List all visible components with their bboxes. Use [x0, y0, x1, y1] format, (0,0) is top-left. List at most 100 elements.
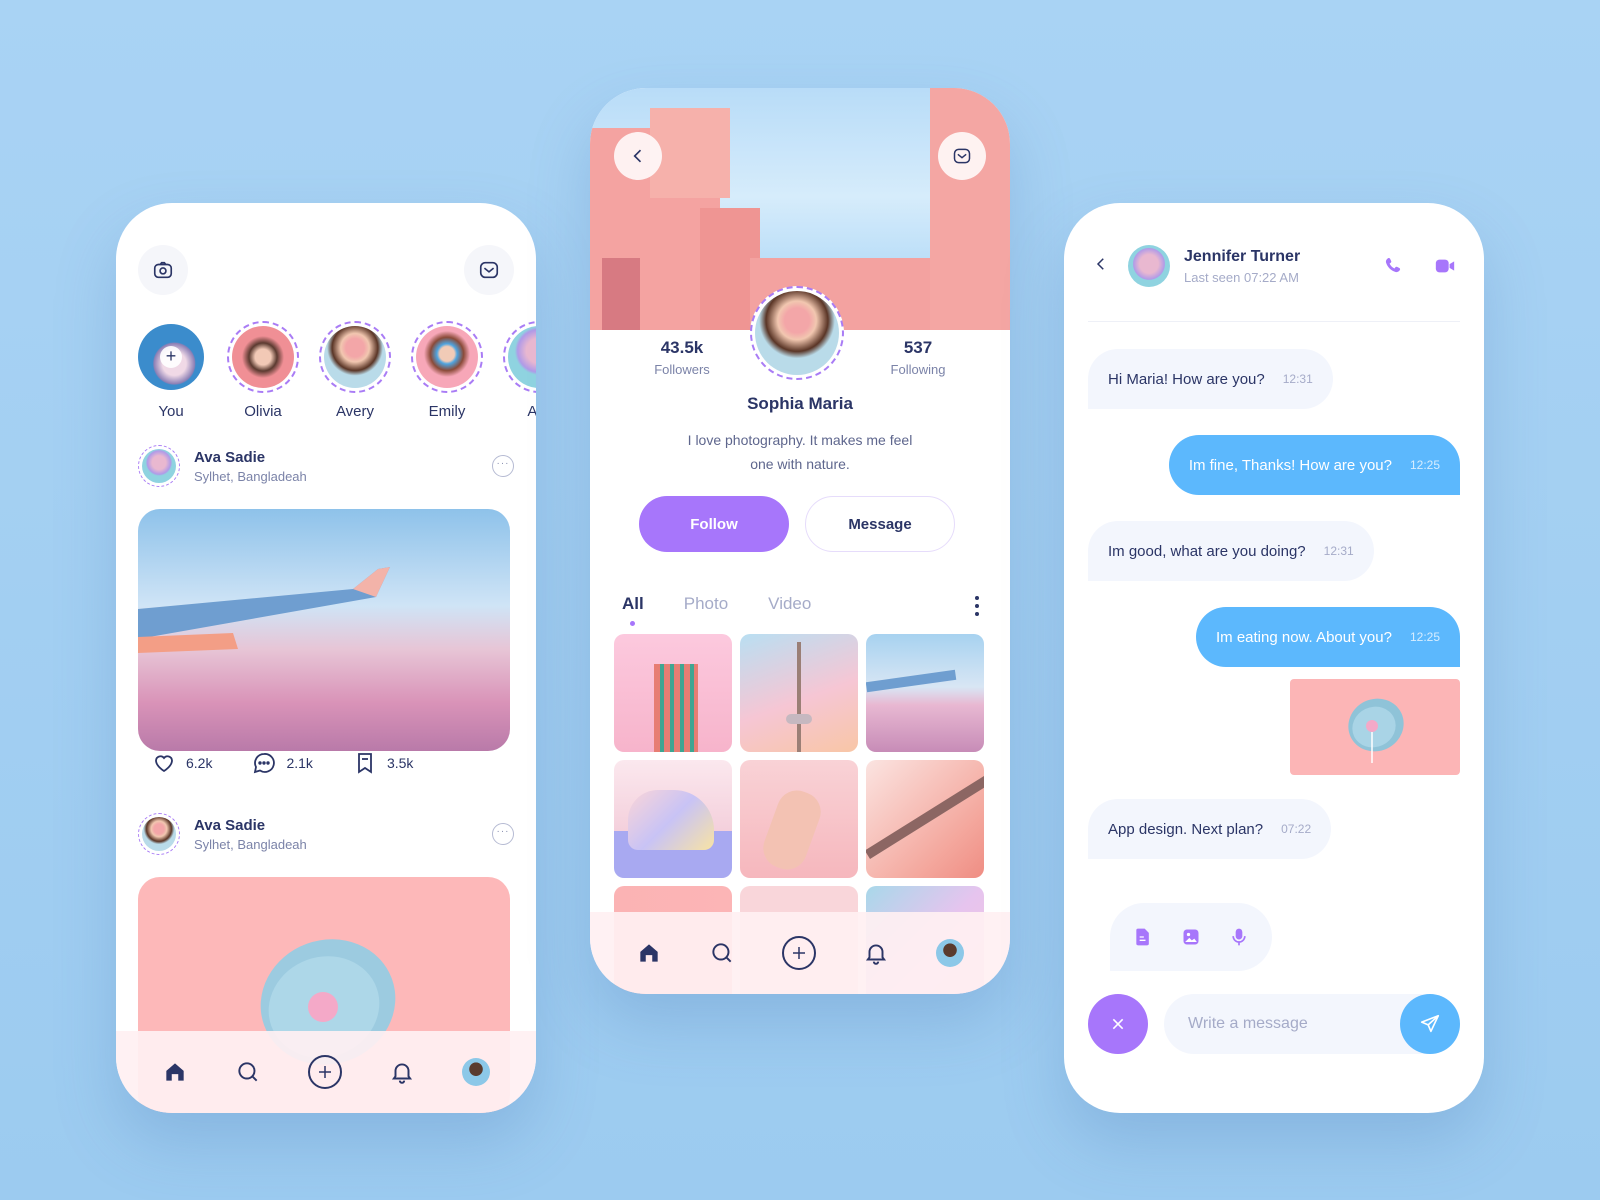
avatar[interactable] — [142, 817, 176, 851]
profile-name: Sophia Maria — [747, 394, 853, 413]
image-message[interactable] — [1290, 679, 1460, 775]
following-label: Following — [890, 362, 946, 377]
attachment-menu — [1110, 903, 1272, 971]
grid-photo[interactable] — [866, 634, 984, 752]
story-label: Avery — [335, 403, 375, 420]
header-divider — [1088, 321, 1460, 322]
story-label: You — [158, 403, 184, 420]
bell-icon[interactable] — [389, 1059, 415, 1085]
tab-all[interactable]: All — [622, 594, 644, 626]
search-icon[interactable] — [709, 940, 735, 966]
back-button[interactable] — [614, 132, 662, 180]
message-bubble-outgoing: Im eating now. About you? 12:25 — [1196, 607, 1460, 667]
grid-photo[interactable] — [740, 760, 858, 878]
story-item[interactable]: Emily — [411, 321, 483, 420]
grid-photo[interactable] — [614, 634, 732, 752]
post-author[interactable]: Ava Sadie — [194, 449, 492, 466]
chevron-left-icon — [1096, 257, 1104, 270]
followers-stat[interactable]: 43.5k Followers — [622, 338, 742, 377]
back-button[interactable] — [1092, 255, 1110, 278]
comment-count: 2.1k — [286, 755, 313, 771]
message-time: 12:25 — [1409, 458, 1440, 472]
message-text: Im eating now. About you? — [1216, 628, 1392, 646]
message-bubble-incoming: Hi Maria! How are you? 12:31 — [1088, 349, 1333, 409]
avatar[interactable] — [142, 449, 176, 483]
post-location: Sylhet, Bangladeah — [194, 836, 307, 852]
avatar — [232, 326, 294, 388]
story-item[interactable]: + You — [138, 321, 204, 420]
message-bubble-incoming: App design. Next plan? 07:22 — [1088, 799, 1332, 859]
add-story-icon[interactable]: + — [160, 346, 182, 368]
save-button[interactable]: 3.5k — [353, 751, 413, 775]
tab-photo[interactable]: Photo — [684, 594, 728, 614]
contact-avatar[interactable] — [1128, 245, 1170, 287]
feed-screen: + You Olivia Avery Emily A Ava Sadie Syl… — [116, 203, 536, 1113]
post-stats: 6.2k 2.1k 3.5k — [152, 751, 413, 775]
image-icon[interactable] — [1181, 927, 1201, 947]
more-vertical-icon[interactable] — [974, 596, 980, 616]
avatar — [508, 326, 536, 388]
message-button[interactable]: Message — [805, 496, 955, 552]
video-call-icon[interactable] — [1434, 255, 1456, 277]
comment-button[interactable]: 2.1k — [252, 751, 313, 775]
message-text: Im fine, Thanks! How are you? — [1188, 456, 1392, 474]
message-text: Im good, what are you doing? — [1108, 542, 1306, 560]
home-icon[interactable] — [162, 1059, 188, 1085]
post-location: Sylhet, Bangladeah — [194, 468, 307, 484]
message-bubble-outgoing: Im fine, Thanks! How are you? 12:25 — [1168, 435, 1460, 495]
avatar: + — [138, 324, 204, 390]
grid-photo[interactable] — [866, 760, 984, 878]
inbox-button[interactable] — [464, 245, 514, 295]
post-image[interactable] — [138, 509, 510, 751]
message-time: 12:25 — [1409, 630, 1440, 644]
grid-photo[interactable] — [740, 634, 858, 752]
avatar[interactable] — [755, 291, 839, 375]
bell-icon[interactable] — [863, 940, 889, 966]
camera-button[interactable] — [138, 245, 188, 295]
message-time: 12:31 — [1282, 372, 1313, 386]
add-post-button[interactable] — [307, 1055, 342, 1089]
more-options-button[interactable]: ··· — [492, 823, 514, 845]
search-icon[interactable] — [235, 1059, 261, 1085]
plus-icon — [792, 947, 805, 959]
story-item[interactable]: Avery — [319, 321, 391, 420]
send-icon — [1420, 1014, 1440, 1033]
chat-screen: Jennifer Turner Last seen 07:22 AM Hi Ma… — [1064, 203, 1484, 1113]
profile-avatar[interactable] — [462, 1058, 491, 1086]
phone-icon[interactable] — [1382, 255, 1404, 277]
bookmark-icon — [358, 753, 372, 774]
home-icon[interactable] — [636, 940, 662, 966]
message-time: 12:31 — [1323, 544, 1354, 558]
following-stat[interactable]: 537 Following — [858, 338, 978, 377]
profile-avatar-ring — [750, 286, 844, 380]
candy-plate-image — [1348, 698, 1404, 763]
send-button[interactable] — [1400, 994, 1460, 1054]
microphone-icon[interactable] — [1229, 927, 1249, 947]
post-header: Ava Sadie Sylhet, Bangladeah ··· — [138, 813, 514, 855]
story-label: Olivia — [244, 403, 282, 420]
story-label: Aur — [527, 403, 536, 420]
story-item[interactable]: Olivia — [227, 321, 299, 420]
followers-label: Followers — [654, 362, 710, 377]
add-post-button[interactable] — [781, 936, 816, 970]
chat-header: Jennifer Turner Last seen 07:22 AM — [1092, 245, 1456, 287]
media-tabs: All Photo Video — [622, 594, 811, 626]
stories-row: + You Olivia Avery Emily A — [138, 321, 536, 420]
follow-button[interactable]: Follow — [639, 496, 789, 552]
profile-bio: I love photography. It makes me feel one… — [687, 432, 913, 472]
close-attachments-button[interactable] — [1088, 994, 1148, 1054]
like-button[interactable]: 6.2k — [152, 751, 212, 775]
post-author[interactable]: Ava Sadie — [194, 817, 492, 834]
mail-icon — [953, 148, 971, 164]
more-options-button[interactable]: ··· — [492, 455, 514, 477]
avatar — [324, 326, 386, 388]
grid-photo[interactable] — [614, 760, 732, 878]
profile-avatar[interactable] — [936, 939, 965, 967]
profile-screen: 43.5k Followers 537 Following Sophia Mar… — [590, 88, 1010, 994]
camera-icon — [153, 261, 173, 279]
document-icon[interactable] — [1133, 927, 1153, 947]
message-icon-button[interactable] — [938, 132, 986, 180]
bottom-nav — [590, 912, 1010, 994]
story-item[interactable]: Aur — [503, 321, 536, 420]
tab-video[interactable]: Video — [768, 594, 811, 614]
